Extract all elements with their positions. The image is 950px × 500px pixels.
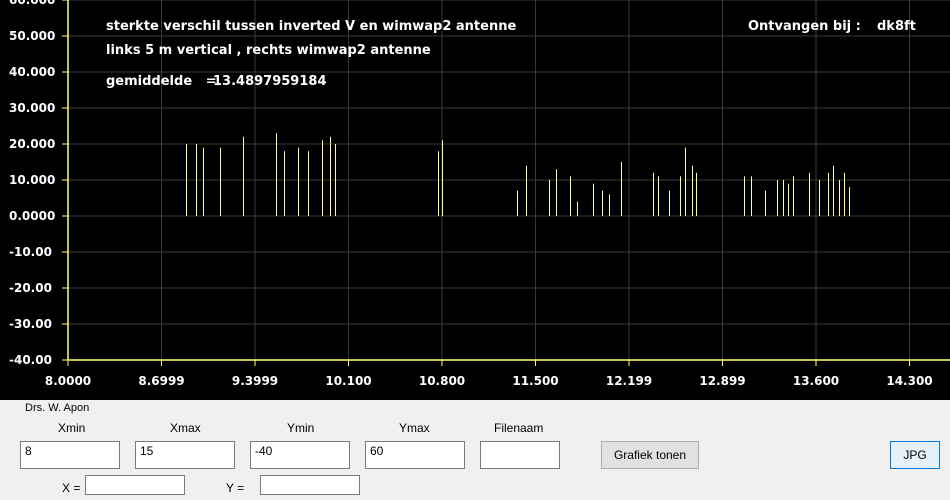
xmax-label: Xmax: [170, 421, 201, 435]
x-tick-label: 10.100: [325, 374, 371, 388]
x-tick-label: 14.300: [886, 374, 932, 388]
chart-subtitle: links 5 m vertical , rechts wimwap2 ante…: [106, 43, 431, 58]
ymin-input[interactable]: -40: [250, 441, 350, 469]
mean-label: gemiddelde =: [106, 74, 217, 89]
xmin-input[interactable]: 8: [20, 441, 120, 469]
y-tick-label: -20.00: [9, 281, 52, 295]
y-tick-label: 50.000: [9, 29, 55, 43]
jpg-button[interactable]: JPG: [890, 441, 940, 469]
x-tick-label: 9.3999: [232, 374, 278, 388]
x-tick-label: 10.800: [419, 374, 465, 388]
chart-title: sterkte verschil tussen inverted V en wi…: [106, 19, 516, 34]
y-tick-label: -30.00: [9, 317, 52, 331]
x-tick-label: 8.0000: [45, 374, 91, 388]
mean-value: 13.4897959184: [213, 74, 326, 89]
y-coord-input[interactable]: [260, 475, 360, 495]
y-tick-label: -40.00: [9, 353, 52, 367]
x-coord-input[interactable]: [85, 475, 185, 495]
received-callsign: dk8ft: [877, 19, 916, 34]
filename-input[interactable]: [480, 441, 560, 469]
bar-series: [186, 133, 850, 216]
x-tick-label: 12.199: [606, 374, 652, 388]
y-tick-label: -10.00: [9, 245, 52, 259]
x-tick-label: 13.600: [793, 374, 839, 388]
ymax-label: Ymax: [399, 421, 430, 435]
y-tick-label: 0.0000: [9, 209, 55, 223]
y-tick-label: 10.000: [9, 173, 55, 187]
chart-plot-area: 60.000 50.000 40.000 30.000 20.000 10.000 0.00…: [0, 0, 950, 400]
ymax-input[interactable]: 60: [365, 441, 465, 469]
y-coord-label: Y =: [226, 481, 245, 495]
y-tick-label: 40.000: [9, 65, 55, 79]
y-tick-label: 20.000: [9, 137, 55, 151]
y-tick-labels: 60.000 50.000 40.000 30.000 20.000 10.000 0.00…: [9, 0, 55, 367]
x-tick-label: 12.899: [699, 374, 745, 388]
received-label: Ontvangen bij :: [748, 19, 861, 34]
x-coord-label: X =: [62, 481, 81, 495]
x-tick-label: 11.500: [512, 374, 558, 388]
show-graph-button[interactable]: Grafiek tonen: [601, 441, 699, 469]
y-tick-label: 30.000: [9, 101, 55, 115]
xmin-label: Xmin: [58, 421, 86, 435]
ymin-label: Ymin: [287, 421, 315, 435]
author-label: Drs. W. Apon: [25, 402, 90, 414]
filename-label: Filenaam: [494, 421, 544, 435]
x-tick-label: 8.6999: [138, 374, 184, 388]
y-tick-label: 60.000: [9, 0, 55, 7]
xmax-input[interactable]: 15: [135, 441, 235, 469]
x-tick-labels: 8.0000 8.6999 9.3999 10.100 10.800 11.500 12.1…: [45, 374, 933, 388]
